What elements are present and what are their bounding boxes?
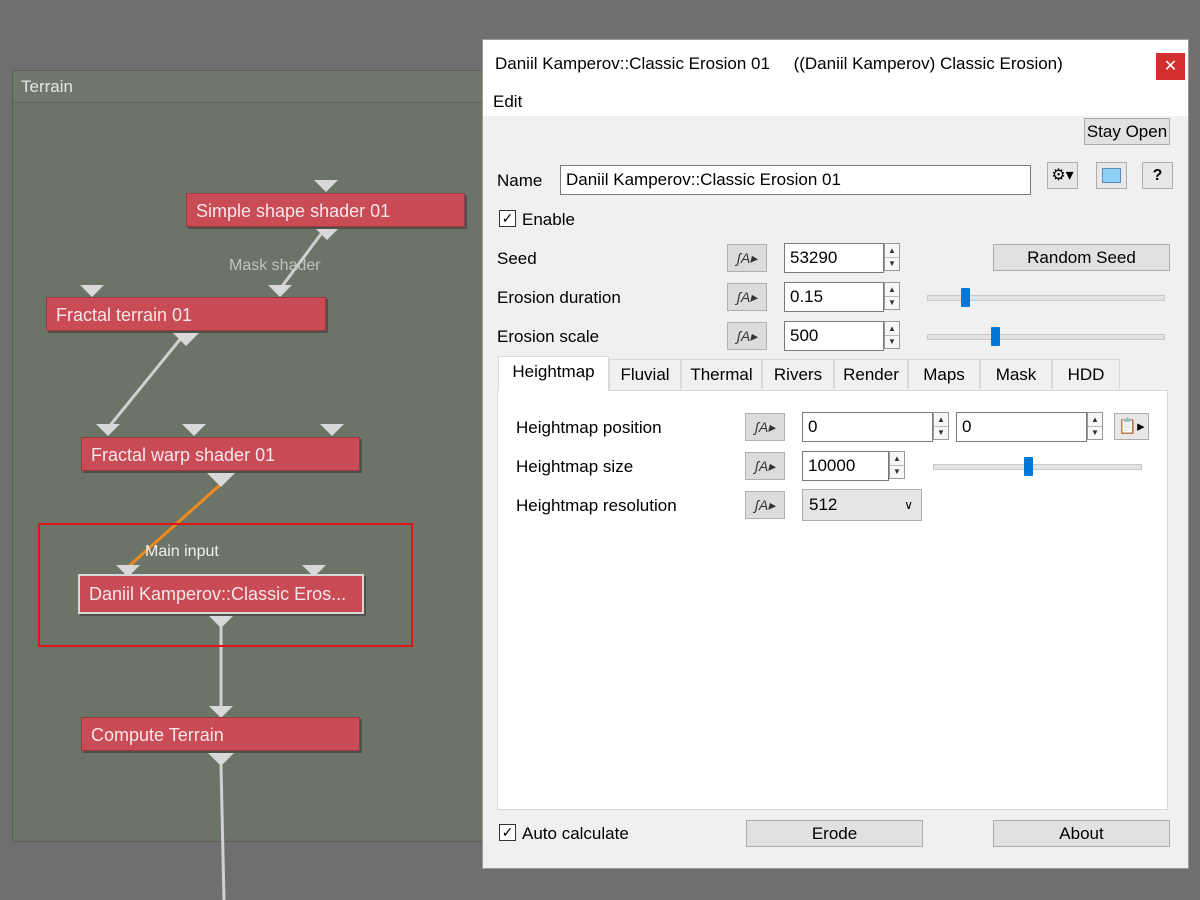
enable-checkbox[interactable]: ✓: [499, 210, 516, 227]
gear-icon[interactable]: ⚙▾: [1047, 162, 1078, 189]
erosion-duration-label: Erosion duration: [497, 288, 621, 307]
seed-spinner[interactable]: ▲ ▼: [884, 243, 900, 271]
menu-bar: Edit: [483, 88, 1188, 116]
erode-button[interactable]: Erode: [746, 820, 923, 847]
node-compute-terrain[interactable]: Compute Terrain: [81, 717, 360, 751]
stay-open-button[interactable]: Stay Open: [1084, 118, 1170, 145]
tab-thermal[interactable]: Thermal: [681, 359, 762, 389]
erosion-dialog: Daniil Kamperov::Classic Erosion 01 ((Da…: [482, 39, 1189, 869]
heightmap-tab-panel: Heightmap position ʃA▸ 0 ▲ ▼ 0 ▲ ▼ 📋▸ Heig…: [497, 390, 1168, 810]
animate-icon[interactable]: ʃA▸: [727, 322, 767, 350]
animate-icon[interactable]: ʃA▸: [745, 452, 785, 480]
heightmap-size-label: Heightmap size: [516, 457, 634, 476]
animate-icon[interactable]: ʃA▸: [727, 244, 767, 272]
animate-icon[interactable]: ʃA▸: [727, 283, 767, 311]
enable-label: Enable: [522, 210, 575, 229]
edge-line: [106, 331, 188, 429]
heightmap-position-x-field[interactable]: 0: [802, 412, 933, 442]
erosion-scale-field[interactable]: 500: [784, 321, 884, 351]
heightmap-position-label: Heightmap position: [516, 418, 662, 437]
node-input-port[interactable]: [268, 285, 292, 297]
dialog-title: Daniil Kamperov::Classic Erosion 01 ((Da…: [495, 54, 1063, 73]
node-simple-shape-shader[interactable]: Simple shape shader 01: [186, 193, 465, 227]
help-icon[interactable]: ?: [1142, 162, 1173, 189]
heightmap-size-slider-thumb[interactable]: [1024, 457, 1034, 476]
heightmap-size-field[interactable]: 10000: [802, 451, 889, 481]
about-button[interactable]: About: [993, 820, 1170, 847]
heightmap-position-y-field[interactable]: 0: [956, 412, 1087, 442]
tab-fluvial[interactable]: Fluvial: [609, 359, 681, 389]
seed-label: Seed: [497, 249, 537, 268]
node-fractal-warp-shader[interactable]: Fractal warp shader 01: [81, 437, 360, 471]
node-input-port[interactable]: [96, 424, 120, 436]
tab-hdd[interactable]: HDD: [1052, 359, 1120, 389]
edge-line: [219, 764, 226, 900]
erosion-scale-spinner[interactable]: ▲ ▼: [884, 321, 900, 349]
erosion-scale-slider-track[interactable]: [927, 334, 1165, 340]
auto-calculate-checkbox[interactable]: ✓: [499, 824, 516, 841]
heightmap-size-slider-track[interactable]: [933, 464, 1142, 470]
seed-field[interactable]: 53290: [784, 243, 884, 273]
heightmap-resolution-value: 512: [809, 495, 838, 514]
random-seed-button[interactable]: Random Seed: [993, 244, 1170, 271]
heightmap-position-x-spinner[interactable]: ▲ ▼: [933, 412, 949, 440]
dialog-titlebar[interactable]: Daniil Kamperov::Classic Erosion 01 ((Da…: [483, 40, 1188, 88]
node-input-port[interactable]: [80, 285, 104, 297]
node-input-port[interactable]: [320, 424, 344, 436]
selection-highlight: [38, 523, 413, 647]
chevron-down-icon: ∨: [904, 498, 913, 512]
paste-icon[interactable]: 📋▸: [1114, 413, 1149, 440]
erosion-duration-slider-thumb[interactable]: [960, 288, 970, 307]
tab-mask[interactable]: Mask: [980, 359, 1052, 389]
erosion-scale-slider-thumb[interactable]: [991, 327, 1001, 346]
node-output-port[interactable]: [207, 752, 235, 766]
window-icon[interactable]: [1096, 162, 1127, 189]
node-output-port[interactable]: [207, 473, 235, 487]
heightmap-resolution-select[interactable]: 512 ∨: [802, 489, 922, 521]
animate-icon[interactable]: ʃA▸: [745, 491, 785, 519]
node-input-port[interactable]: [314, 180, 338, 192]
erosion-duration-spinner[interactable]: ▲ ▼: [884, 282, 900, 310]
tab-maps[interactable]: Maps: [908, 359, 980, 389]
heightmap-position-y-spinner[interactable]: ▲ ▼: [1087, 412, 1103, 440]
auto-calculate-label: Auto calculate: [522, 824, 629, 843]
close-icon[interactable]: ✕: [1156, 53, 1185, 80]
edge-label-mask-shader: Mask shader: [229, 257, 321, 274]
menu-edit[interactable]: Edit: [493, 92, 522, 112]
name-field[interactable]: Daniil Kamperov::Classic Erosion 01: [560, 165, 1031, 195]
tab-heightmap[interactable]: Heightmap: [498, 356, 609, 391]
heightmap-size-spinner[interactable]: ▲ ▼: [889, 451, 905, 479]
tab-rivers[interactable]: Rivers: [762, 359, 834, 389]
erosion-scale-label: Erosion scale: [497, 327, 600, 346]
animate-icon[interactable]: ʃA▸: [745, 413, 785, 441]
node-input-port[interactable]: [182, 424, 206, 436]
heightmap-resolution-label: Heightmap resolution: [516, 496, 677, 515]
erosion-duration-field[interactable]: 0.15: [784, 282, 884, 312]
name-label: Name: [497, 171, 543, 190]
tab-render[interactable]: Render: [834, 359, 908, 389]
node-fractal-terrain[interactable]: Fractal terrain 01: [46, 297, 326, 331]
